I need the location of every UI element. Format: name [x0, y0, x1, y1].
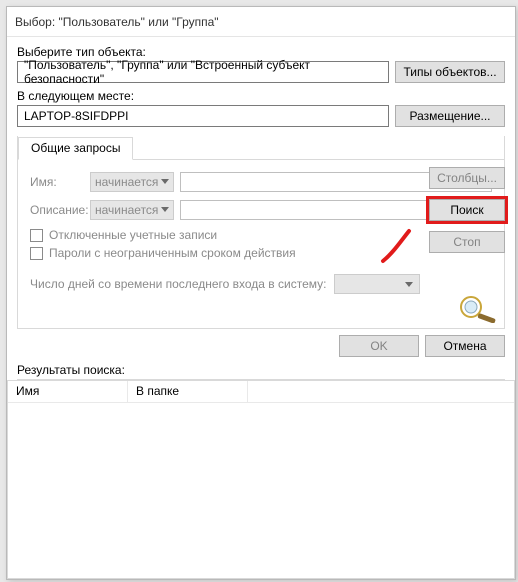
- description-label: Описание:: [30, 203, 90, 217]
- location-field[interactable]: LAPTOP-8SIFDPPI: [17, 105, 389, 127]
- tab-common-queries[interactable]: Общие запросы: [18, 137, 133, 160]
- object-types-button[interactable]: Типы объектов...: [395, 61, 505, 83]
- object-type-label: Выберите тип объекта:: [17, 45, 505, 59]
- dialog-window: Выбор: "Пользователь" или "Группа" Выбер…: [6, 6, 516, 580]
- column-folder[interactable]: В папке: [128, 381, 248, 402]
- object-type-value: "Пользователь", "Группа" или "Встроенный…: [24, 58, 382, 86]
- column-name[interactable]: Имя: [8, 381, 128, 402]
- table-header: Имя В папке: [8, 381, 514, 403]
- disabled-accounts-label: Отключенные учетные записи: [49, 228, 217, 242]
- stop-button[interactable]: Стоп: [429, 231, 505, 253]
- name-label: Имя:: [30, 175, 90, 189]
- location-value: LAPTOP-8SIFDPPI: [24, 109, 128, 123]
- results-label: Результаты поиска:: [7, 361, 515, 380]
- table-body[interactable]: [8, 403, 514, 578]
- name-match-select[interactable]: начинается с: [90, 172, 174, 192]
- cancel-button[interactable]: Отмена: [425, 335, 505, 357]
- find-now-button[interactable]: Поиск: [429, 199, 505, 221]
- title-bar[interactable]: Выбор: "Пользователь" или "Группа": [7, 7, 515, 37]
- last-login-label: Число дней со времени последнего входа в…: [30, 277, 326, 291]
- ok-button[interactable]: OK: [339, 335, 419, 357]
- columns-button[interactable]: Столбцы...: [429, 167, 505, 189]
- description-match-select[interactable]: начинается с: [90, 200, 174, 220]
- disabled-accounts-checkbox[interactable]: [30, 229, 43, 242]
- results-table[interactable]: Имя В папке: [7, 380, 515, 579]
- window-title: Выбор: "Пользователь" или "Группа": [15, 15, 219, 29]
- last-login-select[interactable]: [334, 274, 420, 294]
- dialog-buttons: OK Отмена: [7, 329, 515, 361]
- location-label: В следующем месте:: [17, 89, 505, 103]
- nonexpiring-pw-label: Пароли с неограниченным сроком действия: [49, 246, 296, 260]
- chevron-down-icon: [405, 282, 413, 287]
- search-graphic-icon: [457, 293, 499, 326]
- object-type-field[interactable]: "Пользователь", "Группа" или "Встроенный…: [17, 61, 389, 83]
- chevron-down-icon: [161, 179, 169, 184]
- chevron-down-icon: [161, 207, 169, 212]
- locations-button[interactable]: Размещение...: [395, 105, 505, 127]
- nonexpiring-pw-checkbox[interactable]: [30, 247, 43, 260]
- side-buttons: Столбцы... Поиск Стоп: [429, 167, 505, 253]
